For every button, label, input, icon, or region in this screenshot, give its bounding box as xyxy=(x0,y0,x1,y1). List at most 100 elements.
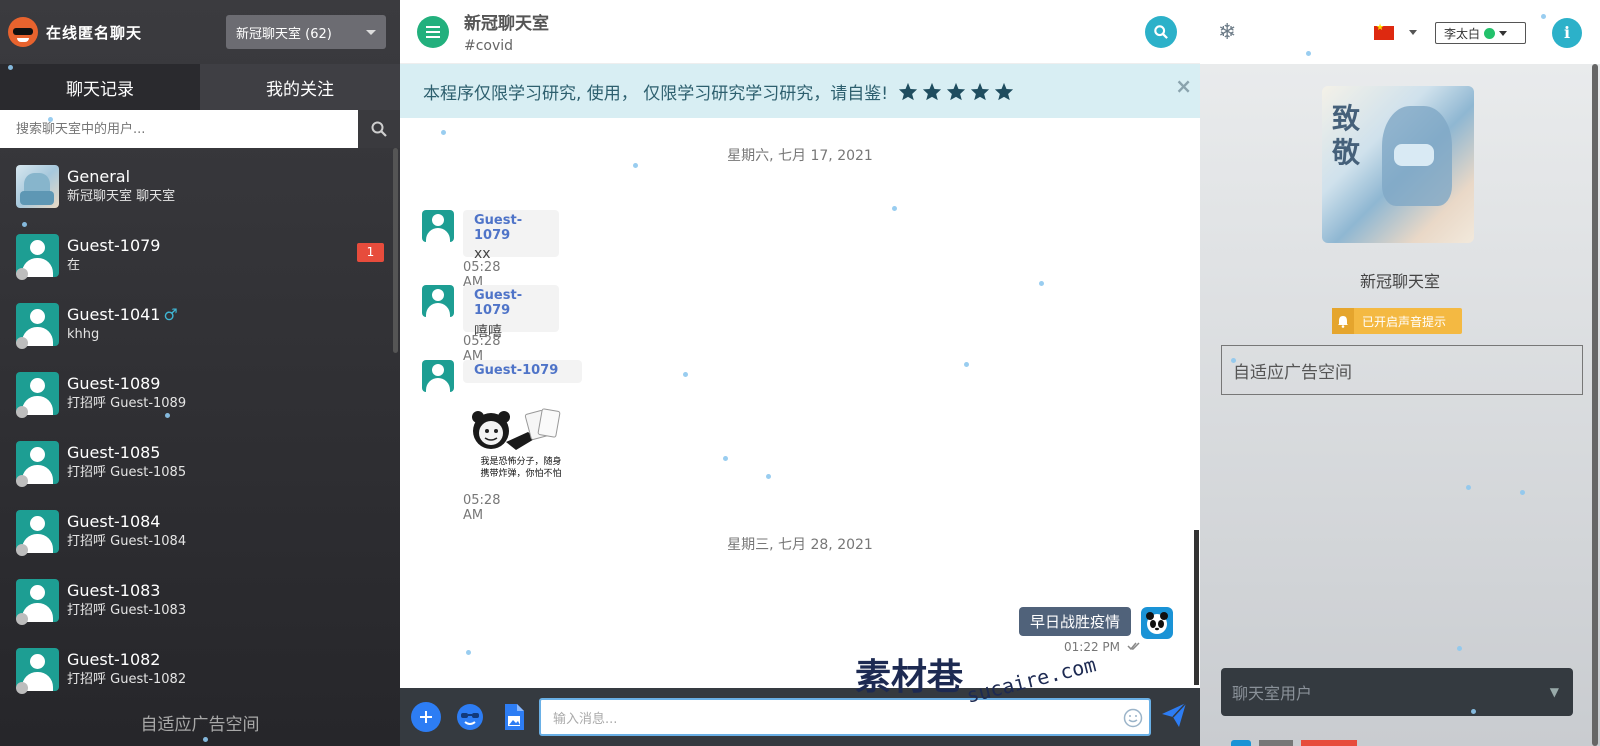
chat-name: Guest-1079 xyxy=(67,235,161,255)
message-sender[interactable]: Guest-1079 xyxy=(474,213,549,243)
left-tabs: 聊天记录 我的关注 xyxy=(0,64,400,110)
chat-last-message: 打招呼 Guest-1084 xyxy=(67,533,187,549)
star-icon xyxy=(922,82,942,100)
snowflake-decoration xyxy=(1306,51,1311,56)
plus-icon xyxy=(420,711,432,723)
messages-scrollbar[interactable] xyxy=(1194,530,1199,685)
chat-last-message: 新冠聊天室 聊天室 xyxy=(67,188,176,204)
room-users-label: 聊天室用户 xyxy=(1232,684,1313,703)
status-dot xyxy=(16,406,28,418)
chat-item-guest-1083[interactable]: Guest-1083 打招呼 Guest-1083 xyxy=(0,566,400,635)
chat-item-guest-1089[interactable]: Guest-1089 打招呼 Guest-1089 xyxy=(0,359,400,428)
search-icon xyxy=(1154,24,1168,39)
snowflake-icon[interactable]: ❄ xyxy=(1218,20,1236,45)
chat-item-guest-1085[interactable]: Guest-1085 打招呼 Guest-1085 xyxy=(0,428,400,497)
meme-caption: 携带炸弹，你怕不怕 xyxy=(480,467,561,479)
left-header: 在线匿名聊天 新冠聊天室 (62) xyxy=(0,0,400,64)
info-button[interactable]: i xyxy=(1552,18,1582,48)
user-search-button[interactable] xyxy=(358,110,400,148)
user-avatar xyxy=(422,360,454,392)
message-input[interactable]: 输入消息... xyxy=(539,698,1151,736)
star-icon xyxy=(994,82,1014,100)
date-separator: 星期六, 七月 17, 2021 xyxy=(727,148,873,164)
user-avatar xyxy=(422,285,454,317)
snowflake-decoration xyxy=(683,372,688,377)
chat-item-guest-1082[interactable]: Guest-1082 打招呼 Guest-1082 xyxy=(0,635,400,704)
menu-button[interactable] xyxy=(417,15,449,48)
own-message-bubble: 早日战胜疫情 xyxy=(1019,607,1132,636)
user-search-input[interactable] xyxy=(0,110,358,148)
snowflake-decoration xyxy=(723,456,728,461)
china-flag-icon[interactable] xyxy=(1374,23,1394,40)
chat-last-message: 在 xyxy=(67,257,81,273)
message-sender[interactable]: Guest-1079 xyxy=(474,288,549,318)
chat-last-message: 打招呼 Guest-1089 xyxy=(67,395,187,411)
message-search-button[interactable] xyxy=(1145,15,1177,48)
chat-item-guest-1041[interactable]: Guest-1041 ♂ khhg xyxy=(0,290,400,359)
male-icon: ♂ xyxy=(163,304,178,324)
ad-space: 自适应广告空间 xyxy=(1221,345,1583,395)
chat-item-guest-1079[interactable]: Guest-1079 在 1 xyxy=(0,221,400,290)
user-name: 李太白 xyxy=(1444,26,1481,41)
room-users-select[interactable]: 聊天室用户 ▼ xyxy=(1221,668,1573,716)
app-title: 在线匿名聊天 xyxy=(46,23,143,42)
snowflake-decoration xyxy=(8,65,13,70)
attach-button[interactable] xyxy=(411,702,441,732)
image-upload-button[interactable] xyxy=(499,702,529,732)
snowflake-decoration xyxy=(165,413,170,418)
smile-icon[interactable] xyxy=(1123,708,1143,728)
tab-following[interactable]: 我的关注 xyxy=(200,64,400,110)
snowflake-decoration xyxy=(1471,709,1476,714)
chat-name: Guest-1084 xyxy=(67,511,161,531)
right-header: ❄ 李太白 i xyxy=(1200,0,1600,64)
chat-header: 新冠聊天室 #covid xyxy=(400,0,1200,64)
chat-last-message: 打招呼 Guest-1085 xyxy=(67,464,187,480)
snowflake-decoration xyxy=(964,362,969,367)
chat-last-message: khhg xyxy=(67,326,100,342)
user-menu[interactable]: 李太白 xyxy=(1435,22,1526,44)
panda-avatar xyxy=(1141,607,1173,639)
user-search xyxy=(0,110,400,148)
star-icon xyxy=(946,82,966,100)
ad-space: 自适应广告空间 xyxy=(140,715,260,735)
double-check-icon xyxy=(1127,642,1140,651)
message-time: 05:28 AM xyxy=(463,493,501,523)
meme-sticker[interactable]: 我是恐怖分子，随身 携带炸弹，你怕不怕 xyxy=(466,404,576,484)
chevron-down-icon xyxy=(366,29,376,35)
chat-item-general[interactable]: General 新冠聊天室 聊天室 xyxy=(0,152,400,221)
sound-notification-toggle[interactable]: 已开启声音提示 xyxy=(1332,308,1462,334)
right-sidebar: ❄ 李太白 i 致敬 新冠聊天室 已开启声音提示 自适应广告空间 聊天室用户 ▼ xyxy=(1200,0,1600,746)
chat-panel: 新冠聊天室 #covid 本程序仅限学习研究, 使用， 仅限学习研究学习研究，请… xyxy=(400,0,1200,746)
sticker-button[interactable] xyxy=(455,702,485,732)
own-message-time: 01:22 PM xyxy=(1064,640,1141,654)
room-select[interactable]: 新冠聊天室 (62) xyxy=(226,15,386,49)
chat-list-scrollbar[interactable] xyxy=(393,148,398,353)
left-sidebar: 在线匿名聊天 新冠聊天室 (62) 聊天记录 我的关注 General 新冠聊天… xyxy=(0,0,400,746)
snowflake-decoration xyxy=(48,117,53,122)
send-icon xyxy=(1162,702,1187,727)
app-logo xyxy=(8,17,38,47)
message-sender[interactable]: Guest-1079 xyxy=(474,363,572,378)
right-scrollbar[interactable] xyxy=(1592,64,1598,746)
star-icon xyxy=(970,82,990,100)
send-button[interactable] xyxy=(1161,702,1187,732)
status-dot xyxy=(16,544,28,556)
chat-item-guest-1084[interactable]: Guest-1084 打招呼 Guest-1084 xyxy=(0,497,400,566)
message-bubble: Guest-1079 嘻嘻 xyxy=(463,285,559,340)
sound-badge-label: 已开启声音提示 xyxy=(1362,314,1447,329)
snowflake-decoration xyxy=(1541,14,1546,19)
message-composer: 输入消息... xyxy=(400,688,1200,746)
chevron-down-icon[interactable] xyxy=(1409,30,1417,35)
status-dot xyxy=(16,268,28,280)
chat-last-message: 打招呼 Guest-1082 xyxy=(67,671,187,687)
status-dot xyxy=(16,682,28,694)
meme-caption: 我是恐怖分子，随身 xyxy=(480,455,561,467)
close-icon[interactable]: × xyxy=(1175,74,1192,98)
tab-chat-history[interactable]: 聊天记录 xyxy=(0,64,200,110)
room-select-label: 新冠聊天室 (62) xyxy=(236,26,332,42)
room-avatar xyxy=(16,165,59,208)
snowflake-decoration xyxy=(441,130,446,135)
user-list-peek xyxy=(1231,740,1401,746)
chat-name: Guest-1085 xyxy=(67,442,161,462)
snowflake-decoration xyxy=(203,737,208,742)
